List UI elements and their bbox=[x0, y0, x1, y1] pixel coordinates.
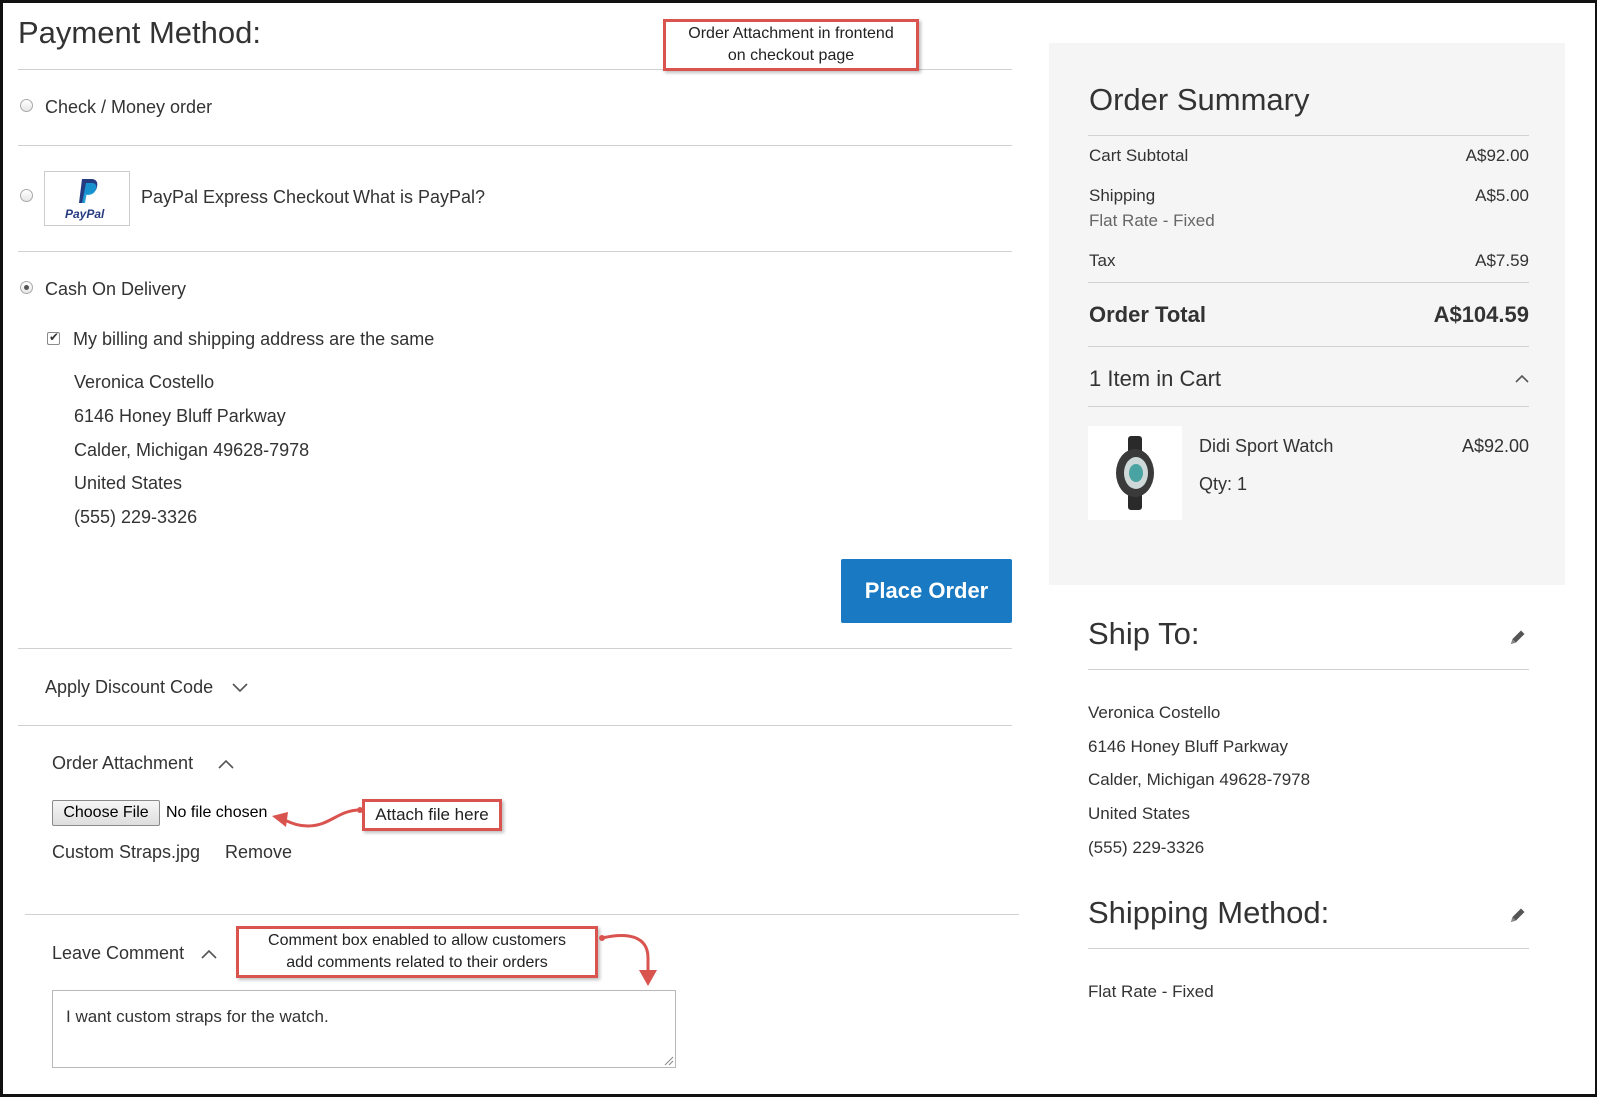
shipping-label: Shipping bbox=[1089, 186, 1156, 205]
callout-line: on checkout page bbox=[727, 47, 855, 64]
arrow-annotation-icon bbox=[599, 934, 657, 986]
order-summary-title: Order Summary bbox=[1089, 82, 1310, 117]
cart-subtotal-label: Cart Subtotal bbox=[1089, 146, 1189, 165]
cart-subtotal-value: A$92.00 bbox=[1465, 146, 1529, 165]
remove-file-link[interactable]: Remove bbox=[225, 842, 292, 863]
arrow-annotation-icon bbox=[272, 807, 363, 828]
ship-to-title: Ship To: bbox=[1088, 616, 1200, 651]
chevron-down-icon[interactable] bbox=[232, 683, 248, 693]
billing-street: 6146 Honey Bluff Parkway bbox=[74, 406, 286, 426]
ship-to-street: 6146 Honey Bluff Parkway bbox=[1088, 737, 1289, 756]
items-in-cart-toggle[interactable]: 1 Item in Cart bbox=[1089, 366, 1221, 392]
same-address-checkbox[interactable] bbox=[47, 330, 60, 345]
order-attachment-toggle[interactable]: Order Attachment bbox=[52, 753, 193, 774]
radio-cash-on-delivery[interactable] bbox=[20, 281, 33, 294]
ship-to-country: United States bbox=[1088, 804, 1191, 823]
place-order-button[interactable]: Place Order bbox=[841, 559, 1012, 623]
paypal-p-icon bbox=[79, 179, 98, 203]
chevron-up-icon[interactable] bbox=[201, 949, 217, 959]
tax-label: Tax bbox=[1089, 251, 1116, 270]
attached-file-link[interactable]: Custom Straps.jpg bbox=[52, 842, 200, 863]
shipping-method-name: Flat Rate - Fixed bbox=[1089, 211, 1215, 230]
callout-attach-file: Attach file here bbox=[362, 799, 502, 831]
watch-icon bbox=[1116, 436, 1154, 510]
callout-comment-box: Comment box enabled to allow customers a… bbox=[236, 926, 598, 978]
product-thumbnail bbox=[1088, 426, 1182, 520]
callout-line: Order Attachment in frontend bbox=[688, 25, 894, 42]
shipping-method-value: Flat Rate - Fixed bbox=[1088, 982, 1214, 1001]
billing-country: United States bbox=[74, 473, 183, 493]
chevron-up-icon[interactable] bbox=[218, 759, 234, 769]
billing-name: Veronica Costello bbox=[74, 372, 215, 392]
what-is-paypal-link[interactable]: What is PayPal? bbox=[353, 187, 485, 208]
ship-to-city: Calder, Michigan 49628-7978 bbox=[1088, 770, 1311, 789]
radio-check-money-order[interactable] bbox=[20, 99, 33, 112]
divider bbox=[1088, 948, 1529, 949]
divider bbox=[1088, 406, 1529, 407]
edit-pencil-icon[interactable] bbox=[1508, 627, 1528, 647]
callout-line: add comments related to their orders bbox=[286, 954, 548, 971]
choose-file-button[interactable]: Choose File bbox=[52, 800, 160, 826]
resize-handle-icon[interactable] bbox=[664, 1056, 674, 1066]
divider bbox=[1088, 346, 1529, 347]
option-label-check: Check / Money order bbox=[45, 97, 213, 117]
divider bbox=[1088, 135, 1529, 136]
callout-line: Comment box enabled to allow customers bbox=[268, 932, 566, 949]
divider bbox=[18, 725, 1012, 726]
same-address-label: My billing and shipping address are the … bbox=[73, 329, 435, 349]
order-total-label: Order Total bbox=[1089, 302, 1206, 327]
paypal-logo-text: PayPal bbox=[65, 207, 105, 221]
cart-item-price: A$92.00 bbox=[1461, 436, 1529, 456]
leave-comment-toggle[interactable]: Leave Comment bbox=[52, 943, 184, 964]
shipping-value: A$5.00 bbox=[1475, 186, 1529, 205]
divider bbox=[18, 145, 1012, 146]
apply-discount-code-toggle[interactable]: Apply Discount Code bbox=[45, 677, 213, 698]
cart-item-qty: Qty: 1 bbox=[1199, 474, 1248, 494]
cart-item-name: Didi Sport Watch bbox=[1199, 436, 1334, 456]
no-file-chosen-text: No file chosen bbox=[166, 804, 268, 821]
comment-textarea[interactable]: I want custom straps for the watch. bbox=[52, 990, 676, 1068]
shipping-method-title: Shipping Method: bbox=[1088, 895, 1330, 930]
divider bbox=[25, 914, 1019, 915]
option-label-paypal: PayPal Express Checkout bbox=[141, 187, 350, 207]
ship-to-phone-link[interactable]: (555) 229-3326 bbox=[1088, 838, 1204, 858]
divider bbox=[18, 648, 1012, 649]
billing-phone-link[interactable]: (555) 229-3326 bbox=[74, 507, 197, 528]
option-label-cod: Cash On Delivery bbox=[45, 279, 187, 299]
payment-method-title: Payment Method: bbox=[18, 15, 261, 50]
callout-order-attachment: Order Attachment in frontend on checkout… bbox=[663, 19, 919, 71]
divider bbox=[1088, 282, 1529, 283]
radio-paypal[interactable] bbox=[20, 189, 33, 202]
divider bbox=[18, 251, 1012, 252]
ship-to-name: Veronica Costello bbox=[1088, 703, 1221, 722]
billing-city: Calder, Michigan 49628-7978 bbox=[74, 440, 310, 460]
order-total-value: A$104.59 bbox=[1433, 302, 1529, 327]
divider bbox=[1088, 669, 1529, 670]
tax-value: A$7.59 bbox=[1475, 251, 1529, 270]
chevron-up-icon[interactable] bbox=[1515, 374, 1529, 383]
edit-pencil-icon[interactable] bbox=[1508, 905, 1528, 925]
paypal-logo: PayPal bbox=[44, 171, 130, 226]
